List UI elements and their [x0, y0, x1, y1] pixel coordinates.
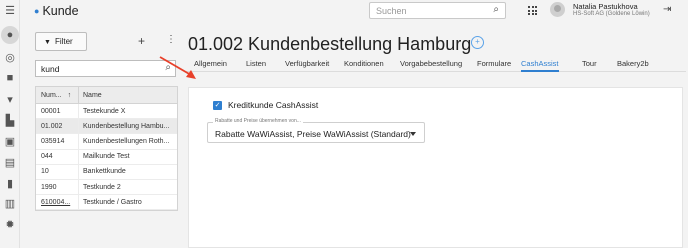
tab-bar: Allgemein Listen Verfügbarkeit Kondition…	[186, 57, 686, 72]
select-legend: Rabatte und Preise übernehmen von...	[213, 118, 303, 124]
table-row[interactable]: 1990 Testkunde 2	[36, 179, 177, 196]
briefcase-icon[interactable]: ■	[4, 72, 16, 84]
customer-table: Num... ↑ Name 00001 Testekunde X 01.002 Kun…	[35, 86, 178, 212]
add-circle-icon[interactable]: +	[471, 36, 484, 49]
row-number: 035914	[36, 134, 79, 149]
apps-grid-icon[interactable]	[528, 6, 537, 15]
table-row[interactable]: 10 Bankettkunde	[36, 164, 177, 180]
building-icon[interactable]: ▮	[4, 178, 16, 190]
tab-listen[interactable]: Listen	[246, 59, 266, 72]
logout-icon[interactable]: ⇥	[663, 4, 671, 15]
menu-icon[interactable]: ☰	[4, 5, 16, 17]
tab-formulare[interactable]: Formulare	[477, 59, 511, 72]
factory-icon[interactable]: ▙	[4, 115, 16, 127]
add-icon[interactable]: +	[138, 34, 145, 48]
column-header-number-label: Num...	[41, 91, 62, 99]
select-value: Rabatte WaWiAssist, Preise WaWiAssist (S…	[215, 129, 411, 139]
tab-cashassist[interactable]: CashAssist	[521, 59, 559, 72]
user-org: HS-Soft AG (Goldene Löwin)	[573, 11, 650, 17]
tab-vorgabebestellung[interactable]: Vorgabebestellung	[400, 59, 462, 72]
user-name: Natalia Pastukhova	[573, 2, 638, 11]
nav-rail: ☰ ● ◎ ■ ▾ ▙ ▣ ▤ ▮ ▥ ✹	[0, 0, 20, 248]
row-number: 00001	[36, 104, 79, 119]
rabatte-preise-select[interactable]: Rabatte und Preise übernehmen von... Rab…	[207, 118, 425, 143]
row-number: 044	[36, 149, 79, 164]
row-number: 1990	[36, 179, 79, 195]
filter-label: Filter	[54, 37, 73, 46]
kreditkunde-checkbox[interactable]: ✓	[213, 101, 222, 110]
person-icon: ●	[34, 6, 40, 16]
row-name: Testkunde 2	[83, 183, 121, 191]
top-bar: ● Kunde Suchen ⌕ Natalia Pastukhova HS-So…	[20, 0, 688, 24]
annotation-arrow-icon	[159, 56, 196, 79]
chevron-down-icon	[410, 132, 416, 136]
detail-panel: 01.002 Kundenbestellung Hamburg + Allgem…	[178, 24, 688, 248]
settings-icon[interactable]: ✹	[4, 219, 16, 231]
column-header-number[interactable]: Num... ↑	[36, 87, 79, 103]
row-name: Kundenbestellung Hambu...	[83, 122, 170, 130]
table-row[interactable]: 01.002 Kundenbestellung Hambu...	[36, 119, 177, 135]
row-name: Bankettkunde	[83, 168, 126, 176]
funnel-icon: ▼	[44, 39, 51, 46]
row-number: 01.002	[36, 119, 79, 134]
list-search-input[interactable]: kund ⌕	[35, 60, 176, 77]
chart-icon[interactable]: ▥	[4, 198, 16, 210]
app-title-label: Kunde	[42, 4, 79, 18]
tab-bakery2b[interactable]: Bakery2b	[617, 59, 649, 72]
column-header-name[interactable]: Name	[79, 87, 177, 103]
kreditkunde-label: Kreditkunde CashAssist	[228, 100, 319, 110]
tab-content: ✓ Kreditkunde CashAssist Rabatte und Pre…	[188, 87, 683, 248]
cash-icon[interactable]: ▣	[4, 136, 16, 148]
sort-arrow-icon[interactable]: ↑	[68, 92, 72, 99]
tab-tour[interactable]: Tour	[582, 59, 597, 72]
table-row[interactable]: 035914 Kundenbestellungen Roth...	[36, 134, 177, 150]
cart-icon[interactable]: ▾	[4, 94, 16, 106]
tab-verfuegbarkeit[interactable]: Verfügbarkeit	[285, 59, 329, 72]
search-icon[interactable]: ⌕	[493, 4, 499, 15]
avatar[interactable]	[550, 2, 565, 17]
app-title: ● Kunde	[34, 4, 79, 18]
row-name: Testekunde X	[83, 107, 126, 115]
row-number: 610004...	[36, 195, 79, 210]
row-number: 10	[36, 164, 79, 179]
page-title: 01.002 Kundenbestellung Hamburg	[188, 34, 472, 54]
row-name: Kundenbestellungen Roth...	[83, 137, 170, 145]
table-row[interactable]: 044 Mailkunde Test	[36, 149, 177, 165]
list-search-value: kund	[41, 64, 60, 74]
app-window: ☰ ● ◎ ■ ▾ ▙ ▣ ▤ ▮ ▥ ✹ ● Kunde Suchen ⌕ Na…	[0, 0, 688, 248]
person-icon[interactable]: ●	[1, 26, 19, 44]
tab-konditionen[interactable]: Konditionen	[344, 59, 384, 72]
filter-button[interactable]: ▼ Filter	[35, 32, 87, 51]
global-search-input[interactable]: Suchen ⌕	[369, 2, 506, 19]
document-icon[interactable]: ▤	[4, 157, 16, 169]
more-options-icon[interactable]: ⋮	[166, 34, 176, 45]
table-row[interactable]: 00001 Testekunde X	[36, 104, 177, 120]
row-name: Testkunde / Gastro	[83, 198, 142, 206]
table-header: Num... ↑ Name	[36, 87, 177, 104]
list-panel: ▼ Filter + ⋮ kund ⌕ Num... ↑ Name 00001 Tes…	[20, 24, 178, 248]
row-name: Mailkunde Test	[83, 153, 130, 161]
search-placeholder: Suchen	[376, 6, 407, 16]
contacts-icon[interactable]: ◎	[4, 52, 16, 64]
table-row[interactable]: 610004... Testkunde / Gastro	[36, 195, 177, 211]
